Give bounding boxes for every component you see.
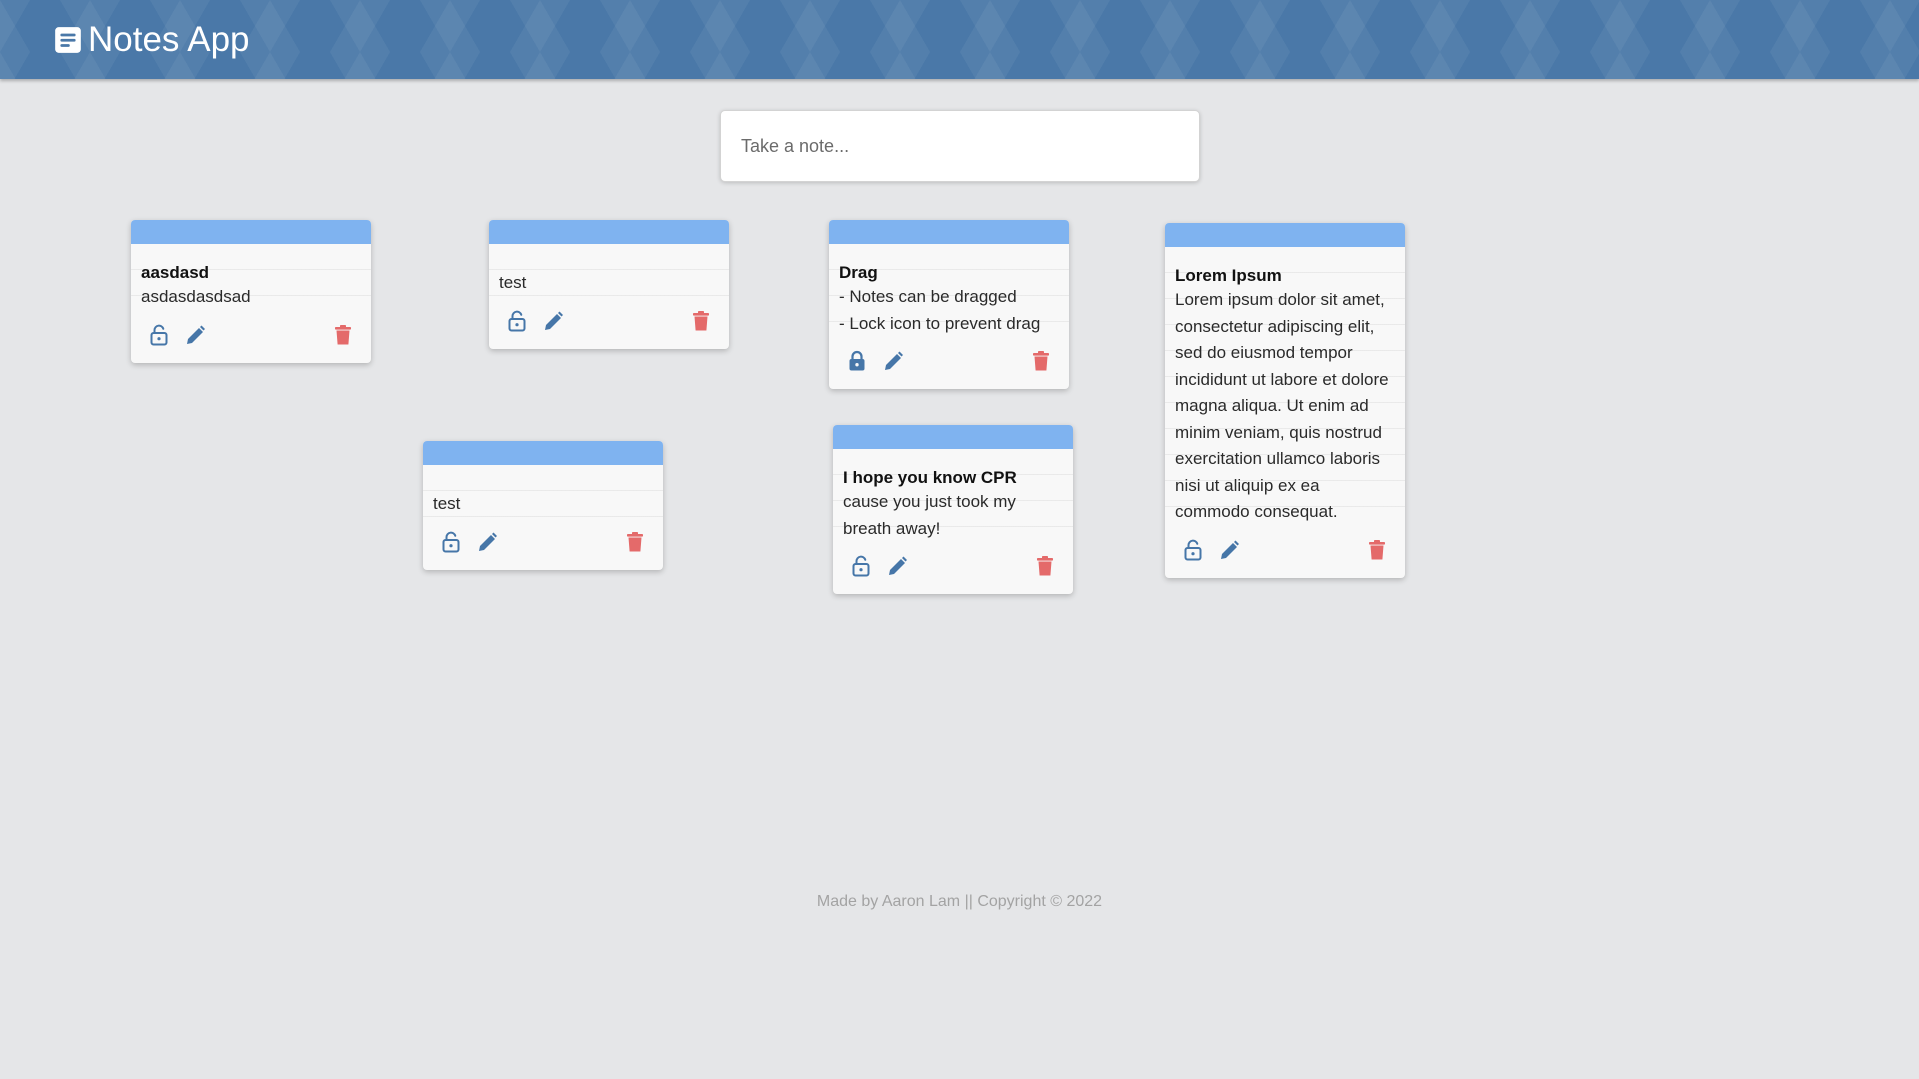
note-input-box[interactable] [720, 110, 1200, 182]
note-card[interactable]: I hope you know CPR cause you just took … [833, 425, 1073, 594]
note-actions [423, 518, 663, 570]
lock-icon[interactable] [847, 350, 867, 372]
note-title: aasdasd [141, 263, 210, 282]
note-card[interactable]: test [489, 220, 729, 349]
pencil-icon[interactable] [185, 324, 205, 346]
trash-icon[interactable] [1367, 539, 1387, 561]
note-content: asdasdasdsad [141, 287, 251, 306]
unlock-icon[interactable] [149, 324, 169, 346]
note-card[interactable]: aasdasd asdasdasdsad [131, 220, 371, 363]
note-title: Lorem Ipsum [1175, 266, 1282, 285]
note-drag-handle[interactable] [1165, 223, 1405, 247]
note-drag-handle[interactable] [131, 220, 371, 244]
note-actions [489, 297, 729, 349]
app-header: Notes App [0, 0, 1919, 79]
unlock-icon[interactable] [507, 310, 527, 332]
pencil-icon[interactable] [543, 310, 563, 332]
note-drag-handle[interactable] [423, 441, 663, 465]
app-title: Notes App [88, 20, 250, 59]
note-card[interactable]: Lorem Ipsum Lorem ipsum dolor sit amet, … [1165, 223, 1405, 578]
pencil-icon[interactable] [887, 555, 907, 577]
unlock-icon[interactable] [851, 555, 871, 577]
notes-icon [55, 27, 81, 53]
unlock-icon[interactable] [1183, 539, 1203, 561]
pencil-icon[interactable] [1219, 539, 1239, 561]
trash-icon[interactable] [691, 310, 711, 332]
note-actions [131, 311, 371, 363]
note-card[interactable]: test [423, 441, 663, 570]
footer-credit: Made by Aaron Lam || Copyright © 2022 [816, 893, 1103, 910]
trash-icon[interactable] [1035, 555, 1055, 577]
note-title: I hope you know CPR [843, 468, 1017, 487]
note-input[interactable] [739, 135, 1183, 158]
note-content: cause you just took my breath away! [843, 492, 1016, 538]
trash-icon[interactable] [625, 531, 645, 553]
pencil-icon[interactable] [477, 531, 497, 553]
trash-icon[interactable] [333, 324, 353, 346]
unlock-icon[interactable] [441, 531, 461, 553]
note-drag-handle[interactable] [829, 220, 1069, 244]
note-title: Drag [839, 263, 878, 282]
note-drag-handle[interactable] [489, 220, 729, 244]
note-content: test [433, 494, 461, 513]
note-card[interactable]: Drag - Notes can be dragged - Lock icon … [829, 220, 1069, 389]
note-content: - Notes can be dragged - Lock icon to pr… [839, 287, 1041, 333]
note-content: Lorem ipsum dolor sit amet, consectetur … [1175, 290, 1389, 521]
brand: Notes App [54, 18, 250, 62]
pencil-icon[interactable] [883, 350, 903, 372]
note-drag-handle[interactable] [833, 425, 1073, 449]
note-actions [1165, 526, 1405, 578]
trash-icon[interactable] [1031, 350, 1051, 372]
note-content: test [499, 273, 527, 292]
note-actions [829, 337, 1069, 389]
note-actions [833, 542, 1073, 594]
